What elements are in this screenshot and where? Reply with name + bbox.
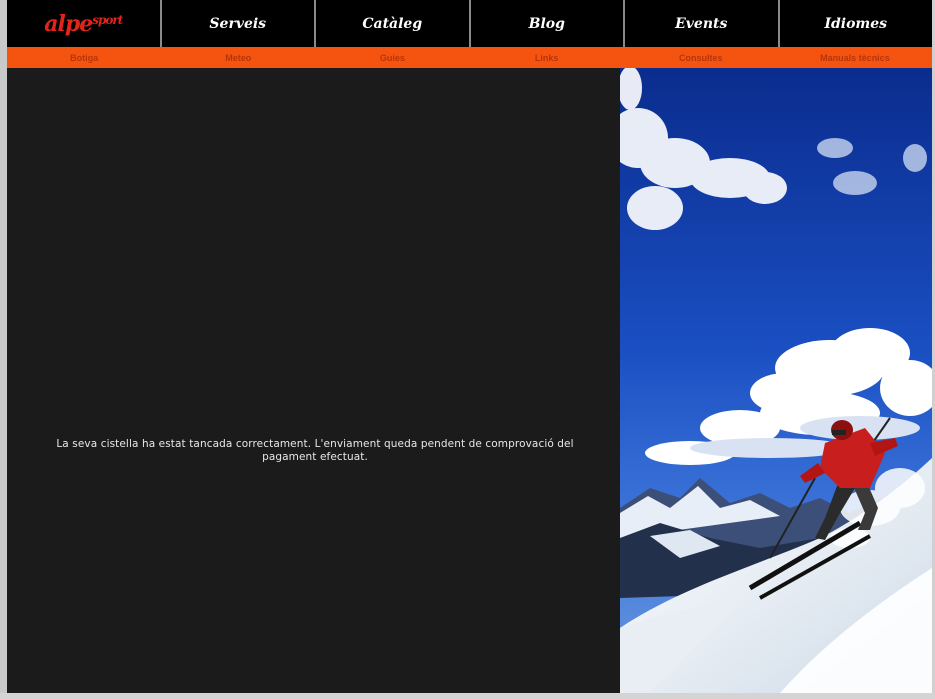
- alpesport-logo: alpesport: [44, 10, 123, 37]
- bottom-frame: [0, 693, 935, 699]
- logo-link[interactable]: alpesport: [7, 0, 160, 47]
- sub-navigation: Botiga Meteo Guies Links Consultes Manua…: [7, 47, 932, 69]
- top-navigation: alpesport Serveis Catàleg Blog Events Id…: [7, 0, 932, 47]
- subnav-guies[interactable]: Guies: [315, 47, 469, 68]
- nav-serveis[interactable]: Serveis: [159, 0, 315, 47]
- nav-cataleg[interactable]: Catàleg: [314, 0, 469, 47]
- skier-photo: [620, 68, 932, 693]
- subnav-links[interactable]: Links: [470, 47, 624, 68]
- nav-idiomes[interactable]: Idiomes: [777, 0, 933, 47]
- subnav-botiga[interactable]: Botiga: [7, 47, 161, 68]
- confirmation-message: La seva cistella ha estat tancada correc…: [56, 438, 574, 463]
- subnav-consultes[interactable]: Consultes: [624, 47, 778, 68]
- left-frame: [0, 0, 7, 699]
- main-content: La seva cistella ha estat tancada correc…: [7, 68, 620, 693]
- nav-blog[interactable]: Blog: [468, 0, 624, 47]
- nav-events[interactable]: Events: [623, 0, 778, 47]
- subnav-manuals-tecnics[interactable]: Manuals tècnics: [778, 47, 932, 68]
- subnav-meteo[interactable]: Meteo: [161, 47, 315, 68]
